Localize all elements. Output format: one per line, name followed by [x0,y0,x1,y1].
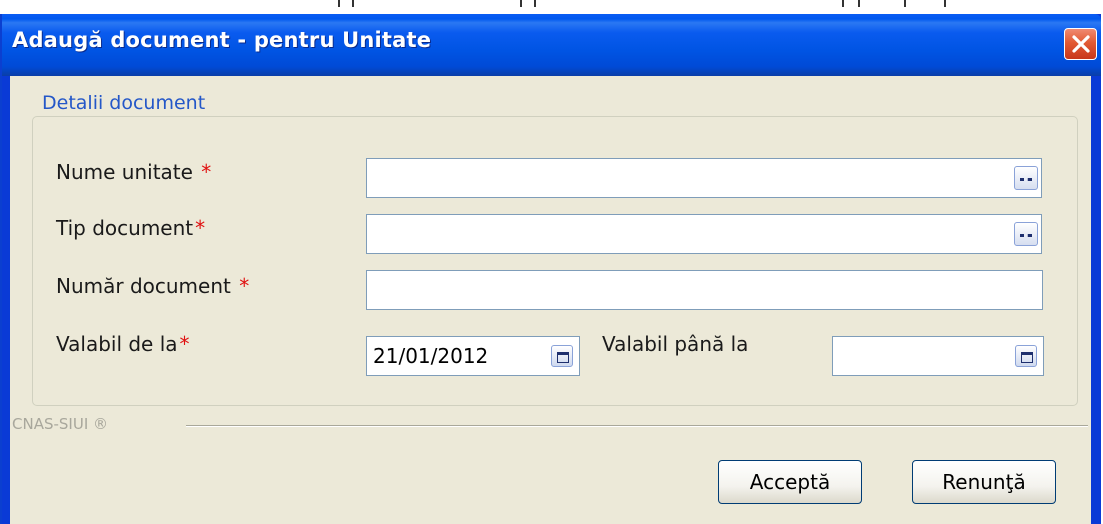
tip-document-browse-button[interactable] [1014,222,1038,246]
nume-unitate-label: Nume unitate * [56,160,211,184]
valabil-de-la-date-field[interactable]: 21/01/2012 [366,336,580,376]
numar-document-label: Număr document * [56,274,249,298]
valabil-de-la-value: 21/01/2012 [373,344,489,368]
footer-brand: CNAS-SIUI ® [12,415,109,433]
background-app-strip [0,0,1103,14]
footer-divider [186,425,1088,427]
ellipsis-icon [1020,178,1032,184]
required-mark: * [179,332,190,356]
valabil-pana-la-calendar-button[interactable] [1015,345,1037,367]
tip-document-label-text: Tip document [56,216,194,240]
accept-button[interactable]: Acceptă [718,460,862,504]
calendar-icon [1021,352,1033,363]
nume-unitate-browse-button[interactable] [1014,166,1038,190]
required-mark: * [201,160,212,184]
tip-document-field[interactable] [366,214,1042,254]
numar-document-input[interactable] [366,270,1043,310]
valabil-de-la-calendar-button[interactable] [551,345,573,367]
window-title: Adaugă document - pentru Unitate [12,28,432,52]
required-mark: * [195,216,206,240]
numar-document-label-text: Număr document [56,274,238,298]
required-mark: * [239,274,250,298]
close-icon [1072,35,1090,53]
valabil-pana-la-date-field[interactable] [832,336,1044,376]
valabil-pana-la-label-text: Valabil până la [602,332,749,356]
dialog-body: Detalii document Nume unitate * Tip docu… [10,76,1091,524]
valabil-de-la-label-text: Valabil de la [56,332,178,356]
title-bar[interactable]: Adaugă document - pentru Unitate [2,14,1101,76]
nume-unitate-field[interactable] [366,158,1042,198]
nume-unitate-label-text: Nume unitate [56,160,200,184]
close-button[interactable] [1064,28,1097,60]
ellipsis-icon [1020,234,1032,240]
cancel-button[interactable]: Renunţă [912,460,1056,504]
dialog-window: Adaugă document - pentru Unitate Detalii… [0,14,1101,524]
groupbox-legend: Detalii document [38,92,210,114]
tip-document-label: Tip document * [56,216,205,240]
valabil-pana-la-label: Valabil până la [602,332,748,356]
calendar-icon [557,352,569,363]
valabil-de-la-label: Valabil de la * [56,332,190,356]
